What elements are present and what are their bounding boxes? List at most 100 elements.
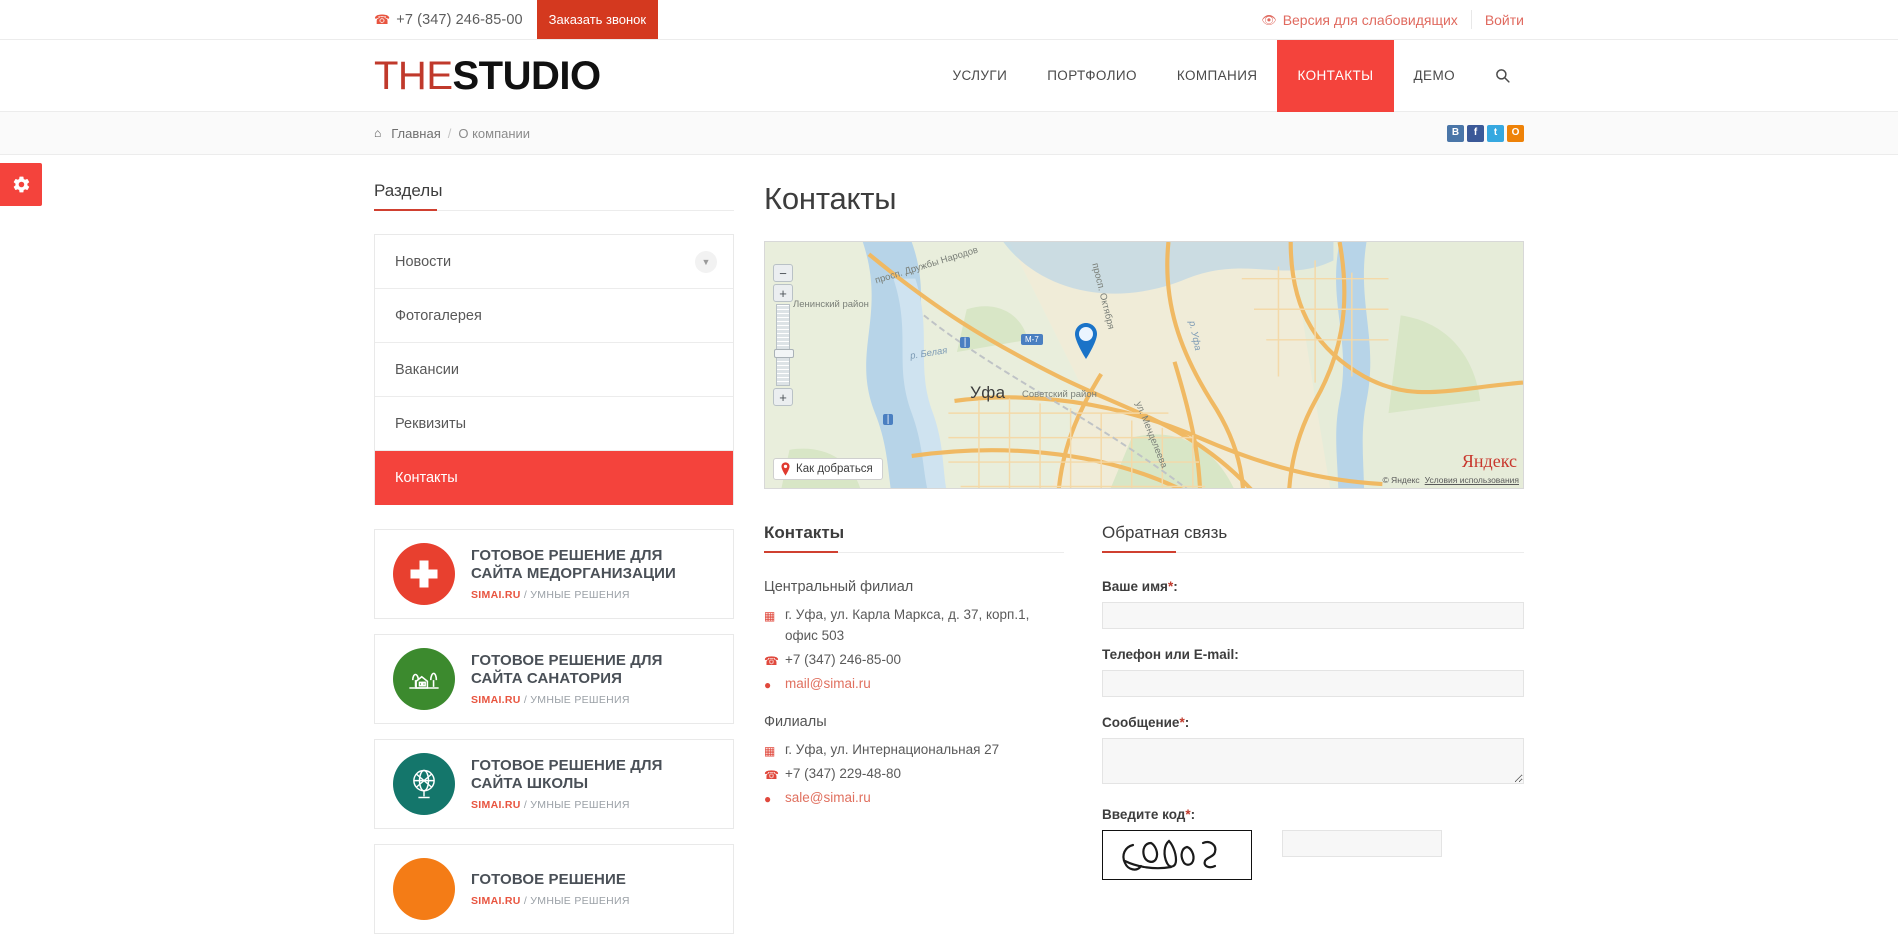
banner-tagline: / УМНЫЕ РЕШЕНИЯ: [524, 589, 630, 601]
nav-item-uslugi[interactable]: УСЛУГИ: [932, 40, 1027, 112]
banner-tagline: / УМНЫЕ РЕШЕНИЯ: [524, 694, 630, 706]
sidebar-item-label: Вакансии: [395, 362, 459, 378]
phone-icon: ☎: [764, 650, 777, 671]
banner-sanatorium[interactable]: ГОТОВОЕ РЕШЕНИЕ ДЛЯ САЙТА САНАТОРИЯ SIMA…: [374, 634, 734, 724]
main-column: Контакты: [764, 181, 1524, 934]
captcha-input[interactable]: [1282, 830, 1442, 857]
banner-brand: SIMAI.RU: [471, 589, 521, 601]
contact-input[interactable]: [1102, 670, 1524, 697]
zoom-slider-handle[interactable]: [774, 349, 794, 358]
yandex-logo[interactable]: Яндекс: [1462, 451, 1517, 472]
contacts-column: Контакты Центральный филиал ▦ г. Уфа, ул…: [764, 523, 1064, 898]
eye-icon: 👁: [1261, 13, 1276, 27]
name-field-label: Ваше имя*:: [1102, 579, 1524, 594]
nav-item-demo[interactable]: ДЕМО: [1394, 40, 1476, 112]
field-group-captcha: Введите код*:: [1102, 807, 1524, 880]
route-button[interactable]: Как добраться: [773, 458, 883, 480]
odnoklassniki-icon[interactable]: O: [1507, 125, 1524, 142]
sidebar-item-kontakty[interactable]: Контакты: [375, 451, 733, 505]
captcha-label-text: Введите код: [1102, 807, 1185, 822]
sidebar-item-novosti[interactable]: Новости ▼: [375, 235, 733, 289]
header-phone: ☎ +7 (347) 246-85-00: [374, 12, 537, 28]
vk-icon[interactable]: B: [1447, 125, 1464, 142]
feedback-form: Обратная связь Ваше имя*: Телефон или E-…: [1102, 523, 1524, 898]
breadcrumb-strip: ⌂ Главная / О компании B f t O: [0, 112, 1898, 155]
branch-email-link[interactable]: mail@simai.ru: [785, 674, 871, 695]
facebook-icon[interactable]: f: [1467, 125, 1484, 142]
map-pin-icon: [780, 462, 791, 476]
building-icon: ▦: [764, 740, 777, 761]
map-canvas: [765, 242, 1523, 489]
map-copyright: © Яндекс: [1382, 475, 1419, 485]
banner-subtitle: SIMAI.RU / УМНЫЕ РЕШЕНИЯ: [471, 799, 715, 811]
login-link[interactable]: Войти: [1472, 12, 1524, 28]
feedback-heading: Обратная связь: [1102, 523, 1524, 553]
breadcrumb: ⌂ Главная / О компании: [374, 126, 530, 141]
zoom-out-button[interactable]: −: [773, 264, 793, 282]
message-textarea[interactable]: [1102, 738, 1524, 784]
callback-button[interactable]: Заказать звонок: [537, 0, 658, 39]
twitter-icon[interactable]: t: [1487, 125, 1504, 142]
branch-address: г. Уфа, ул. Интернациональная 27: [785, 740, 999, 761]
contacts-heading: Контакты: [764, 523, 1064, 553]
site-header: THESTUDIO УСЛУГИ ПОРТФОЛИО КОМПАНИЯ КОНТ…: [0, 40, 1898, 112]
name-label-text: Ваше имя: [1102, 579, 1168, 594]
nav-item-kontakty[interactable]: КОНТАКТЫ: [1277, 40, 1393, 112]
sidebar-item-vakansii[interactable]: Вакансии: [375, 343, 733, 397]
sidebar-item-label: Фотогалерея: [395, 308, 482, 324]
banner-fourth[interactable]: ГОТОВОЕ РЕШЕНИЕ SIMAI.RU / УМНЫЕ РЕШЕНИЯ: [374, 844, 734, 934]
captcha-field-label: Введите код*:: [1102, 807, 1524, 822]
field-group-contact: Телефон или E-mail:: [1102, 647, 1524, 697]
banner-title: ГОТОВОЕ РЕШЕНИЕ: [471, 871, 630, 889]
social-links: B f t O: [1447, 125, 1524, 142]
banner-title: ГОТОВОЕ РЕШЕНИЕ ДЛЯ САЙТА ШКОЛЫ: [471, 757, 715, 792]
map-terms-link[interactable]: Условия использования: [1425, 475, 1519, 485]
route-button-label: Как добраться: [796, 463, 873, 475]
chevron-down-icon[interactable]: ▼: [695, 251, 717, 273]
banner-school[interactable]: ГОТОВОЕ РЕШЕНИЕ ДЛЯ САЙТА ШКОЛЫ SIMAI.RU…: [374, 739, 734, 829]
zoom-in-bottom-button[interactable]: +: [773, 388, 793, 406]
nav-item-portfolio[interactable]: ПОРТФОЛИО: [1027, 40, 1157, 112]
banner-tagline: / УМНЫЕ РЕШЕНИЯ: [524, 895, 630, 907]
zoom-in-button[interactable]: +: [773, 284, 793, 302]
logo-the: THE: [374, 54, 453, 98]
banner-subtitle: SIMAI.RU / УМНЫЕ РЕШЕНИЯ: [471, 694, 715, 706]
map-zoom-controls: − + +: [773, 264, 793, 408]
banner-title: ГОТОВОЕ РЕШЕНИЕ ДЛЯ САЙТА МЕДОРГАНИЗАЦИИ: [471, 547, 715, 582]
label-colon: :: [1185, 715, 1190, 730]
gear-icon[interactable]: [0, 163, 42, 206]
yandex-map[interactable]: просп. Дружбы Народов Ленинский район р.…: [764, 241, 1524, 489]
accessibility-version-label: Версия для слабовидящих: [1283, 12, 1458, 28]
home-icon: ⌂: [374, 126, 381, 140]
phone-icon: ☎: [764, 764, 777, 785]
sidebar-item-label: Контакты: [395, 470, 458, 486]
phone-icon: ☎: [374, 13, 390, 26]
orange-circle-icon: [393, 858, 455, 920]
branch-phone-row: ☎ +7 (347) 229-48-80: [764, 764, 1064, 785]
breadcrumb-home[interactable]: Главная: [391, 126, 440, 141]
branch-address-row: ▦ г. Уфа, ул. Интернациональная 27: [764, 740, 1064, 761]
breadcrumb-current: О компании: [458, 126, 530, 141]
sidebar-item-fotogalereya[interactable]: Фотогалерея: [375, 289, 733, 343]
branch-email-link[interactable]: sale@simai.ru: [785, 788, 871, 809]
banner-subtitle: SIMAI.RU / УМНЫЕ РЕШЕНИЯ: [471, 895, 630, 907]
banner-brand: SIMAI.RU: [471, 895, 521, 907]
search-icon[interactable]: [1475, 40, 1524, 112]
banner-med[interactable]: ГОТОВОЕ РЕШЕНИЕ ДЛЯ САЙТА МЕДОРГАНИЗАЦИИ…: [374, 529, 734, 619]
sidebar-item-label: Новости: [395, 254, 451, 270]
sidebar-item-rekvizity[interactable]: Реквизиты: [375, 397, 733, 451]
field-group-name: Ваше имя*:: [1102, 579, 1524, 629]
lower-section: Контакты Центральный филиал ▦ г. Уфа, ул…: [764, 523, 1524, 898]
name-input[interactable]: [1102, 602, 1524, 629]
branch-email-row: ● sale@simai.ru: [764, 788, 1064, 809]
page-title: Контакты: [764, 181, 1524, 217]
breadcrumb-separator: /: [448, 126, 452, 141]
accessibility-version-link[interactable]: 👁 Версия для слабовидящих: [1261, 10, 1471, 29]
medical-cross-icon: [393, 543, 455, 605]
sidebar-title: Разделы: [374, 181, 734, 211]
site-logo[interactable]: THESTUDIO: [374, 56, 601, 96]
message-label-text: Сообщение: [1102, 715, 1179, 730]
sidebar-item-label: Реквизиты: [395, 416, 466, 432]
zoom-slider-track[interactable]: [776, 304, 790, 386]
nav-item-kompaniya[interactable]: КОМПАНИЯ: [1157, 40, 1278, 112]
